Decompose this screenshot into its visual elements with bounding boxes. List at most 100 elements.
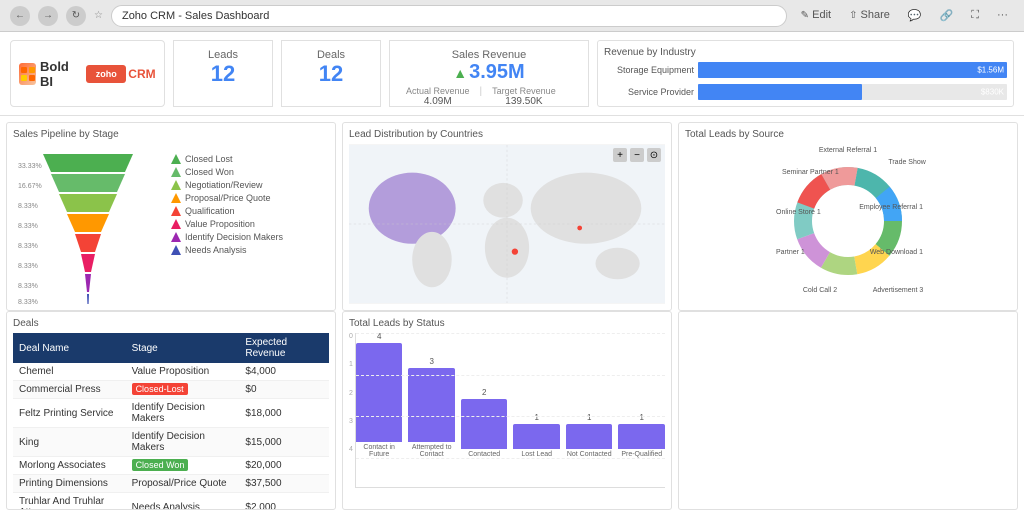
svg-text:Cold Call 2: Cold Call 2 (803, 287, 837, 294)
bar-not-contacted: 1 Not Contacted (566, 413, 613, 459)
table-row: Commercial Press Closed-Lost $0 (13, 381, 329, 399)
svg-text:8.33%: 8.33% (18, 263, 38, 270)
deals-value: 12 (298, 61, 364, 87)
col-deal-name: Deal Name (13, 333, 126, 363)
star-icon: ☆ (94, 10, 103, 21)
table-row: King Identify Decision Makers $15,000 (13, 428, 329, 457)
funnel-chart: 33.33% 16.67% 8.33% 8.33% 8.33% 8.33% 8.… (13, 144, 163, 304)
link-button[interactable]: 🔗 (934, 7, 960, 24)
svg-text:Advertisement 3: Advertisement 3 (873, 287, 924, 294)
bold-bi-label: Bold BI (40, 59, 74, 89)
revenue-sub: Actual Revenue 4.09M | Target Revenue 13… (406, 86, 572, 107)
donut-wrapper: External Referral 1 Trade Show 1 Employe… (685, 144, 1011, 299)
arrow-up-icon: ▲ (453, 65, 467, 81)
svg-text:Seminar Partner 1: Seminar Partner 1 (782, 169, 839, 176)
back-button[interactable]: ← (10, 6, 30, 26)
svg-text:8.33%: 8.33% (18, 299, 38, 304)
funnel-container: 33.33% 16.67% 8.33% 8.33% 8.33% 8.33% 8.… (13, 144, 329, 304)
zoho-crm-logo: zoho CRM (86, 65, 155, 83)
logo-section: Bold BI zoho CRM (10, 40, 165, 107)
leads-kpi: Leads 12 (173, 40, 273, 107)
zoho-icon: zoho (86, 65, 126, 83)
bar-row: Storage Equipment $1.56M (604, 62, 1007, 78)
dashboard: Bold BI zoho CRM Leads 12 Deals 12 Sales… (0, 32, 1024, 517)
deals-panel: Deals Deal Name Stage Expected Revenue C… (6, 311, 336, 510)
world-map (349, 144, 665, 304)
bar-row: Large Enterprise $650K (604, 106, 1007, 107)
target-label: Target Revenue (492, 86, 556, 96)
table-row: Feltz Printing Service Identify Decision… (13, 399, 329, 428)
bold-bi-icon (19, 63, 36, 85)
table-row: Printing Dimensions Proposal/Price Quote… (13, 475, 329, 493)
svg-text:16.67%: 16.67% (18, 183, 42, 190)
status-badge: Closed Won (132, 459, 189, 471)
deals-kpi: Deals 12 (281, 40, 381, 107)
funnel-legend: Closed Lost Closed Won Negotiation/Revie… (171, 154, 283, 255)
url-bar[interactable]: Zoho CRM - Sales Dashboard (111, 5, 787, 27)
header-banner: Bold BI zoho CRM Leads 12 Deals 12 Sales… (0, 32, 1024, 116)
top-grid: Sales Pipeline by Stage 33.33% 16.67% 8.… (0, 116, 1024, 311)
svg-text:8.33%: 8.33% (18, 243, 38, 250)
svg-text:8.33%: 8.33% (18, 203, 38, 210)
bar-chart-container: 4 3 2 1 0 4 (349, 333, 665, 488)
deals-table: Deal Name Stage Expected Revenue Chemel … (13, 333, 329, 510)
bar-contacted: 2 Contacted (461, 388, 508, 459)
table-row: Morlong Associates Closed Won $20,000 (13, 457, 329, 475)
pipeline-title: Sales Pipeline by Stage (13, 129, 329, 140)
y-axis: 4 3 2 1 0 (349, 333, 353, 453)
lead-distribution-panel: Lead Distribution by Countries (342, 122, 672, 311)
url-text: Zoho CRM - Sales Dashboard (122, 10, 269, 22)
svg-text:33.33%: 33.33% (18, 163, 42, 170)
bottom-grid: Deals Deal Name Stage Expected Revenue C… (0, 311, 1024, 516)
zoom-in-button[interactable]: + (613, 148, 627, 162)
donut-chart: External Referral 1 Trade Show 1 Employe… (768, 144, 928, 299)
revenue-kpi: Sales Revenue ▲ 3.95M Actual Revenue 4.0… (389, 40, 589, 107)
leads-source-title: Total Leads by Source (685, 129, 1011, 140)
revenue-bar-chart: Storage Equipment $1.56M Service Provide… (604, 62, 1007, 107)
revenue-industry-panel: Revenue by Industry Storage Equipment $1… (597, 40, 1014, 107)
bar-group: 4 Contact in Future 3 Attempted to Conta… (355, 333, 665, 488)
leads-value: 12 (190, 61, 256, 87)
fullscreen-button[interactable]: ⛶ (965, 7, 985, 24)
target-value: 139.50K (505, 96, 542, 107)
bar-attempted: 3 Attempted to Contact (408, 357, 455, 459)
leads-status-panel: Total Leads by Status 4 3 2 1 0 (342, 311, 672, 510)
revenue-value: 3.95M (469, 61, 525, 84)
sales-pipeline-panel: Sales Pipeline by Stage 33.33% 16.67% 8.… (6, 122, 336, 311)
more-button[interactable]: ··· (991, 7, 1014, 24)
actual-value: 4.09M (424, 96, 452, 107)
svg-text:8.33%: 8.33% (18, 283, 38, 290)
svg-text:Employee Referral 1: Employee Referral 1 (859, 204, 923, 211)
comment-button[interactable]: 💬 (902, 7, 928, 24)
forward-button[interactable]: → (38, 6, 58, 26)
reset-map-button[interactable]: ⊙ (647, 148, 661, 162)
revenue-label: Sales Revenue (406, 49, 572, 61)
leads-source-panel: Total Leads by Source (678, 122, 1018, 311)
leads-status-title: Total Leads by Status (349, 318, 665, 329)
map-container: + − ⊙ (349, 144, 665, 304)
svg-text:Web Download 1: Web Download 1 (870, 249, 923, 256)
bottom-right-panel (678, 311, 1018, 510)
lead-dist-title: Lead Distribution by Countries (349, 129, 665, 140)
col-revenue: Expected Revenue (239, 333, 329, 363)
svg-text:Partner 1: Partner 1 (776, 249, 805, 256)
revenue-main: ▲ 3.95M (406, 61, 572, 84)
col-stage: Stage (126, 333, 240, 363)
deals-label: Deals (298, 49, 364, 61)
actual-label: Actual Revenue (406, 86, 470, 96)
bar-contact-future: 4 Contact in Future (356, 332, 403, 459)
edit-button[interactable]: ✎ Edit (795, 7, 837, 24)
bar-lost: 1 Lost Lead (513, 413, 560, 459)
revenue-industry-title: Revenue by Industry (604, 47, 1007, 58)
browser-chrome: ← → ↻ ☆ Zoho CRM - Sales Dashboard ✎ Edi… (0, 0, 1024, 32)
svg-text:Online Store 1: Online Store 1 (776, 209, 821, 216)
refresh-button[interactable]: ↻ (66, 6, 86, 26)
table-row: Chemel Value Proposition $4,000 (13, 363, 329, 381)
svg-text:8.33%: 8.33% (18, 223, 38, 230)
crm-text: CRM (128, 67, 155, 81)
zoom-out-button[interactable]: − (630, 148, 644, 162)
map-controls: + − ⊙ (613, 148, 661, 162)
leads-label: Leads (190, 49, 256, 61)
bar-row: Service Provider $830K (604, 84, 1007, 100)
share-button[interactable]: ⇧ Share (843, 7, 896, 24)
